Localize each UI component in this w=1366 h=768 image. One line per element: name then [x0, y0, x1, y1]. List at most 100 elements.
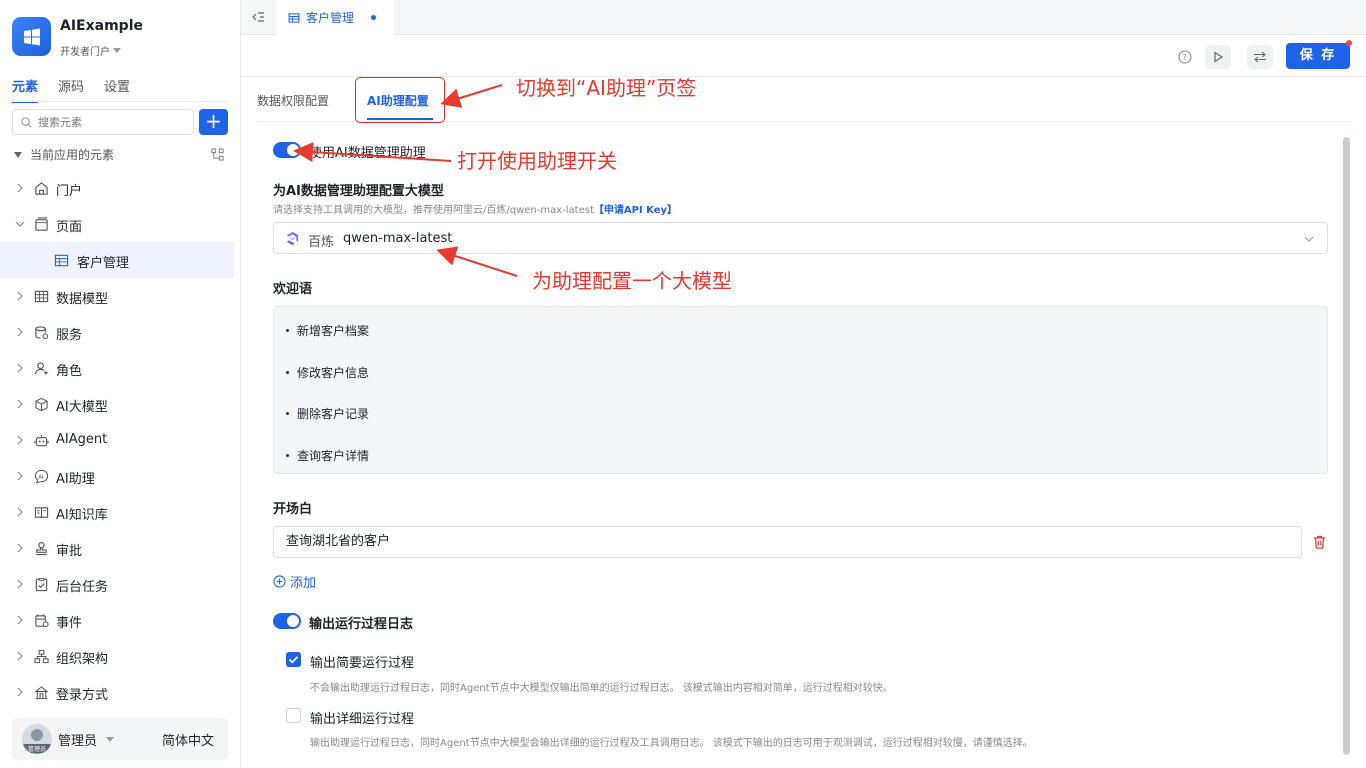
welcome-item: 修改客户信息 [286, 364, 369, 381]
chevron-down-icon [1304, 236, 1314, 242]
sidebar-item-ai-assistant[interactable]: AI AI助理 [0, 458, 234, 494]
opening-input[interactable]: 查询湖北省的客户 [273, 526, 1302, 558]
welcome-list[interactable]: 新增客户档案 修改客户信息 删除客户记录 查询客户详情 [273, 306, 1328, 474]
chevron-right-icon [17, 651, 23, 661]
sidebar-item-label: 后台任务 [56, 580, 109, 595]
tab-source[interactable]: 源码 [58, 76, 84, 103]
switch-button[interactable] [1247, 45, 1273, 69]
detail-log-checkbox[interactable] [286, 708, 301, 723]
add-opening-button[interactable]: 添加 [273, 572, 316, 591]
sidebar-item-label: 门户 [56, 184, 83, 199]
bullet-icon [286, 412, 289, 415]
cube-icon [35, 397, 48, 412]
grid-icon [34, 290, 49, 303]
home-icon [35, 182, 48, 195]
user-name[interactable]: 管理员 [58, 730, 97, 749]
collapse-sidebar-icon[interactable] [251, 10, 265, 24]
add-label: 添加 [290, 576, 317, 591]
svg-text:?: ? [1183, 53, 1187, 62]
sidebar-item-data-model[interactable]: 数据模型 [0, 278, 234, 314]
search-input[interactable] [38, 115, 178, 129]
help-button[interactable]: ? [1172, 45, 1198, 69]
sidebar-item-label: 角色 [56, 364, 83, 379]
sidebar-item-label: AIAgent [56, 432, 108, 447]
tree-layout-icon[interactable] [211, 148, 224, 161]
save-button[interactable]: 保 存 [1286, 43, 1350, 69]
welcome-item-text: 删除客户记录 [297, 407, 370, 421]
annotation-tab-hint: 切换到“AI助理”页签 [516, 76, 697, 100]
sidebar-item-role[interactable]: 角色 [0, 350, 234, 386]
tab-customer-management[interactable]: 客户管理 [276, 0, 394, 35]
sidebar-item-customer-management[interactable]: 客户管理 [0, 242, 234, 278]
svg-text:AI: AI [39, 474, 45, 480]
portal-selector[interactable]: 开发者门户 [60, 43, 121, 58]
sidebar-item-label: 页面 [56, 220, 83, 235]
sidebar-item-portal[interactable]: 门户 [0, 170, 234, 206]
tab-data-permission[interactable]: 数据权限配置 [257, 92, 329, 109]
tab-elements[interactable]: 元素 [12, 76, 39, 103]
bullet-icon [286, 454, 289, 457]
tab-settings[interactable]: 设置 [104, 76, 130, 103]
simple-log-checkbox[interactable] [286, 652, 301, 667]
chevron-down-icon[interactable] [106, 737, 114, 742]
model-name: qwen-max-latest [343, 231, 453, 246]
table-icon [54, 254, 69, 267]
model-provider: 百炼 [308, 235, 335, 250]
output-log-label: 输出运行过程日志 [309, 617, 414, 632]
chevron-right-icon [17, 363, 23, 373]
model-select[interactable]: 百炼 qwen-max-latest [273, 222, 1328, 254]
ai-assistant-icon: AI [34, 469, 49, 484]
annotation-highlight-box [355, 77, 445, 123]
tab-bar: 客户管理 [241, 0, 1366, 35]
plus-circle-icon [273, 575, 286, 588]
sidebar-item-label: 审批 [56, 544, 83, 559]
bullet-icon [286, 329, 289, 332]
sidebar-item-ai-model[interactable]: AI大模型 [0, 386, 234, 422]
section-current-app[interactable]: 当前应用的元素 [14, 146, 224, 163]
event-icon [35, 614, 49, 628]
avatar[interactable]: 管理员 [22, 724, 52, 754]
welcome-item: 新增客户档案 [286, 322, 369, 339]
app-logo[interactable] [12, 17, 51, 56]
search-icon [21, 116, 32, 127]
simple-log-desc: 不会输出助理运行过程日志，同时Agent节点中大模型仅输出简单的运行过程日志。 … [310, 683, 893, 694]
sidebar-item-label: 客户管理 [77, 256, 130, 271]
run-button[interactable] [1205, 45, 1231, 69]
login-icon [34, 686, 49, 700]
welcome-item-text: 修改客户信息 [297, 366, 370, 380]
delete-icon[interactable] [1313, 535, 1326, 549]
play-icon [1214, 51, 1224, 63]
sidebar-item-background-task[interactable]: 后台任务 [0, 566, 234, 602]
sidebar-item-event[interactable]: 事件 [0, 602, 234, 638]
sidebar-item-label: 事件 [56, 616, 83, 631]
chevron-right-icon [17, 435, 23, 445]
bailian-logo-icon [286, 231, 299, 246]
sidebar-item-service[interactable]: 服务 [0, 314, 234, 350]
tab-label: 客户管理 [306, 11, 355, 25]
sidebar-tabs: 元素 源码 设置 [12, 76, 130, 103]
sidebar-item-pages[interactable]: 页面 [0, 206, 234, 242]
detail-log-label: 输出详细运行过程 [310, 712, 415, 727]
search-box [12, 109, 194, 135]
chevron-right-icon [17, 543, 23, 553]
sidebar-item-organization[interactable]: 组织架构 [0, 638, 234, 674]
chevron-down-icon [15, 221, 25, 227]
sidebar-item-ai-agent[interactable]: AIAgent [0, 422, 234, 458]
language-selector[interactable]: 简体中文 [162, 730, 214, 749]
element-tree: 门户 页面 客户管理 数据模型 服务 角色 AI大模型 AIAgent AI A… [0, 170, 234, 710]
scrollbar[interactable] [1343, 137, 1350, 755]
enable-assistant-toggle[interactable] [273, 142, 301, 158]
model-hint: 请选择支持工具调用的大模型，推荐使用阿里云/百炼/qwen-max-latest… [273, 201, 677, 216]
sidebar-item-ai-knowledge[interactable]: AI知识库 [0, 494, 234, 530]
chevron-right-icon [17, 399, 23, 409]
sidebar-item-approval[interactable]: 审批 [0, 530, 234, 566]
sidebar-item-login-method[interactable]: 登录方式 [0, 674, 234, 710]
sidebar-item-label: 登录方式 [56, 688, 109, 703]
org-icon [34, 649, 49, 664]
stamp-icon [36, 542, 47, 556]
portal-label: 开发者门户 [60, 47, 110, 58]
output-log-toggle[interactable] [273, 613, 301, 629]
table-icon [288, 12, 300, 23]
add-element-button[interactable]: + [199, 109, 228, 135]
apply-api-key-link[interactable]: 【申请API Key】 [594, 205, 677, 216]
